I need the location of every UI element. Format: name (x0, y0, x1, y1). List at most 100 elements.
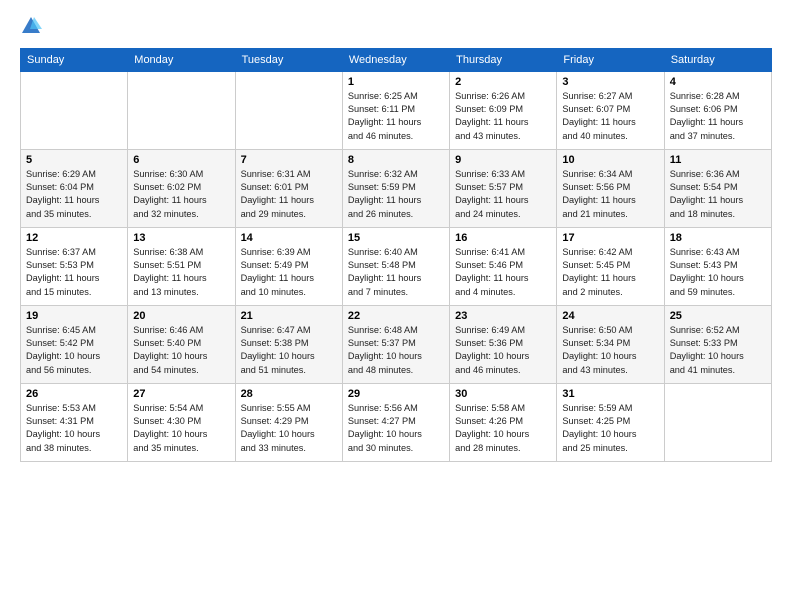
calendar-cell: 5 Sunrise: 6:29 AMSunset: 6:04 PMDaylight… (21, 149, 128, 227)
weekday-header-tuesday: Tuesday (235, 48, 342, 71)
calendar-cell: 13 Sunrise: 6:38 AMSunset: 5:51 PMDayligh… (128, 227, 235, 305)
calendar-cell: 17Sunrise: 6:42 AMSunset: 5:45 PMDayligh… (557, 227, 664, 305)
weekday-header-friday: Friday (557, 48, 664, 71)
day-info: Sunrise: 6:50 AMSunset: 5:34 PMDaylight:… (562, 324, 658, 377)
calendar-cell: 29 Sunrise: 5:56 AMSunset: 4:27 PMDayligh… (342, 383, 449, 461)
day-info: Sunrise: 6:41 AMSunset: 5:46 PMDaylight:… (455, 246, 551, 299)
calendar-cell: 8 Sunrise: 6:32 AMSunset: 5:59 PMDaylight… (342, 149, 449, 227)
calendar-cell: 20 Sunrise: 6:46 AMSunset: 5:40 PMDayligh… (128, 305, 235, 383)
day-info: Sunrise: 5:59 AMSunset: 4:25 PMDaylight:… (562, 402, 658, 455)
day-info: Sunrise: 6:27 AMSunset: 6:07 PMDaylight:… (562, 90, 658, 143)
calendar-cell: 7 Sunrise: 6:31 AMSunset: 6:01 PMDaylight… (235, 149, 342, 227)
day-number: 27 (133, 388, 229, 400)
calendar-table: SundayMondayTuesdayWednesdayThursdayFrid… (20, 48, 772, 462)
day-number: 29 (348, 388, 444, 400)
day-info: Sunrise: 6:45 AMSunset: 5:42 PMDaylight:… (26, 324, 122, 377)
day-info: Sunrise: 6:37 AMSunset: 5:53 PMDaylight:… (26, 246, 122, 299)
calendar-cell: 15 Sunrise: 6:40 AMSunset: 5:48 PMDayligh… (342, 227, 449, 305)
calendar-cell: 19 Sunrise: 6:45 AMSunset: 5:42 PMDayligh… (21, 305, 128, 383)
day-info: Sunrise: 6:43 AMSunset: 5:43 PMDaylight:… (670, 246, 766, 299)
day-info: Sunrise: 6:40 AMSunset: 5:48 PMDaylight:… (348, 246, 444, 299)
day-number: 3 (562, 76, 658, 88)
day-info: Sunrise: 6:39 AMSunset: 5:49 PMDaylight:… (241, 246, 337, 299)
day-number: 24 (562, 310, 658, 322)
day-number: 23 (455, 310, 551, 322)
calendar-cell (128, 71, 235, 149)
day-number: 16 (455, 232, 551, 244)
calendar-cell (21, 71, 128, 149)
weekday-header-thursday: Thursday (450, 48, 557, 71)
calendar-cell: 28Sunrise: 5:55 AMSunset: 4:29 PMDayligh… (235, 383, 342, 461)
calendar-cell: 24 Sunrise: 6:50 AMSunset: 5:34 PMDayligh… (557, 305, 664, 383)
calendar-cell: 16 Sunrise: 6:41 AMSunset: 5:46 PMDayligh… (450, 227, 557, 305)
calendar-cell: 31 Sunrise: 5:59 AMSunset: 4:25 PMDayligh… (557, 383, 664, 461)
calendar-cell: 9 Sunrise: 6:33 AMSunset: 5:57 PMDaylight… (450, 149, 557, 227)
day-info: Sunrise: 6:46 AMSunset: 5:40 PMDaylight:… (133, 324, 229, 377)
day-number: 5 (26, 154, 122, 166)
day-info: Sunrise: 5:53 AMSunset: 4:31 PMDaylight:… (26, 402, 122, 455)
day-info: Sunrise: 6:48 AMSunset: 5:37 PMDaylight:… (348, 324, 444, 377)
day-info: Sunrise: 5:56 AMSunset: 4:27 PMDaylight:… (348, 402, 444, 455)
day-info: Sunrise: 6:52 AMSunset: 5:33 PMDaylight:… (670, 324, 766, 377)
day-number: 26 (26, 388, 122, 400)
calendar-cell: 3 Sunrise: 6:27 AMSunset: 6:07 PMDaylight… (557, 71, 664, 149)
weekday-header-sunday: Sunday (21, 48, 128, 71)
day-number: 18 (670, 232, 766, 244)
day-number: 20 (133, 310, 229, 322)
calendar-cell (235, 71, 342, 149)
calendar-cell: 1 Sunrise: 6:25 AMSunset: 6:11 PMDaylight… (342, 71, 449, 149)
day-info: Sunrise: 6:33 AMSunset: 5:57 PMDaylight:… (455, 168, 551, 221)
day-info: Sunrise: 5:54 AMSunset: 4:30 PMDaylight:… (133, 402, 229, 455)
calendar-cell: 6Sunrise: 6:30 AMSunset: 6:02 PMDaylight… (128, 149, 235, 227)
day-number: 1 (348, 76, 444, 88)
calendar-cell: 21Sunrise: 6:47 AMSunset: 5:38 PMDayligh… (235, 305, 342, 383)
day-number: 15 (348, 232, 444, 244)
day-number: 13 (133, 232, 229, 244)
day-number: 22 (348, 310, 444, 322)
calendar-cell: 10 Sunrise: 6:34 AMSunset: 5:56 PMDayligh… (557, 149, 664, 227)
day-number: 31 (562, 388, 658, 400)
day-info: Sunrise: 6:28 AMSunset: 6:06 PMDaylight:… (670, 90, 766, 143)
day-info: Sunrise: 6:32 AMSunset: 5:59 PMDaylight:… (348, 168, 444, 221)
day-info: Sunrise: 6:38 AMSunset: 5:51 PMDaylight:… (133, 246, 229, 299)
calendar-cell: 11 Sunrise: 6:36 AMSunset: 5:54 PMDayligh… (664, 149, 771, 227)
day-number: 9 (455, 154, 551, 166)
day-number: 11 (670, 154, 766, 166)
day-number: 8 (348, 154, 444, 166)
weekday-header-saturday: Saturday (664, 48, 771, 71)
calendar-cell: 26 Sunrise: 5:53 AMSunset: 4:31 PMDayligh… (21, 383, 128, 461)
week-row-5: 26 Sunrise: 5:53 AMSunset: 4:31 PMDayligh… (21, 383, 772, 461)
day-number: 10 (562, 154, 658, 166)
calendar-cell: 23 Sunrise: 6:49 AMSunset: 5:36 PMDayligh… (450, 305, 557, 383)
day-number: 7 (241, 154, 337, 166)
calendar-cell: 30 Sunrise: 5:58 AMSunset: 4:26 PMDayligh… (450, 383, 557, 461)
day-number: 12 (26, 232, 122, 244)
day-info: Sunrise: 6:31 AMSunset: 6:01 PMDaylight:… (241, 168, 337, 221)
day-info: Sunrise: 5:58 AMSunset: 4:26 PMDaylight:… (455, 402, 551, 455)
calendar-cell: 12 Sunrise: 6:37 AMSunset: 5:53 PMDayligh… (21, 227, 128, 305)
calendar-cell: 25Sunrise: 6:52 AMSunset: 5:33 PMDayligh… (664, 305, 771, 383)
day-info: Sunrise: 6:25 AMSunset: 6:11 PMDaylight:… (348, 90, 444, 143)
day-number: 4 (670, 76, 766, 88)
day-info: Sunrise: 6:26 AMSunset: 6:09 PMDaylight:… (455, 90, 551, 143)
calendar-cell: 2Sunrise: 6:26 AMSunset: 6:09 PMDaylight… (450, 71, 557, 149)
calendar-cell: 18 Sunrise: 6:43 AMSunset: 5:43 PMDayligh… (664, 227, 771, 305)
day-number: 30 (455, 388, 551, 400)
day-number: 14 (241, 232, 337, 244)
day-info: Sunrise: 6:30 AMSunset: 6:02 PMDaylight:… (133, 168, 229, 221)
calendar-cell: 14 Sunrise: 6:39 AMSunset: 5:49 PMDayligh… (235, 227, 342, 305)
week-row-1: 1 Sunrise: 6:25 AMSunset: 6:11 PMDaylight… (21, 71, 772, 149)
calendar-cell: 4 Sunrise: 6:28 AMSunset: 6:06 PMDaylight… (664, 71, 771, 149)
day-info: Sunrise: 6:29 AMSunset: 6:04 PMDaylight:… (26, 168, 122, 221)
day-info: Sunrise: 6:34 AMSunset: 5:56 PMDaylight:… (562, 168, 658, 221)
day-number: 19 (26, 310, 122, 322)
day-info: Sunrise: 5:55 AMSunset: 4:29 PMDaylight:… (241, 402, 337, 455)
weekday-header-row: SundayMondayTuesdayWednesdayThursdayFrid… (21, 48, 772, 71)
logo (20, 18, 44, 38)
day-info: Sunrise: 6:49 AMSunset: 5:36 PMDaylight:… (455, 324, 551, 377)
week-row-4: 19 Sunrise: 6:45 AMSunset: 5:42 PMDayligh… (21, 305, 772, 383)
day-info: Sunrise: 6:36 AMSunset: 5:54 PMDaylight:… (670, 168, 766, 221)
header (20, 18, 772, 38)
day-info: Sunrise: 6:47 AMSunset: 5:38 PMDaylight:… (241, 324, 337, 377)
day-info: Sunrise: 6:42 AMSunset: 5:45 PMDaylight:… (562, 246, 658, 299)
